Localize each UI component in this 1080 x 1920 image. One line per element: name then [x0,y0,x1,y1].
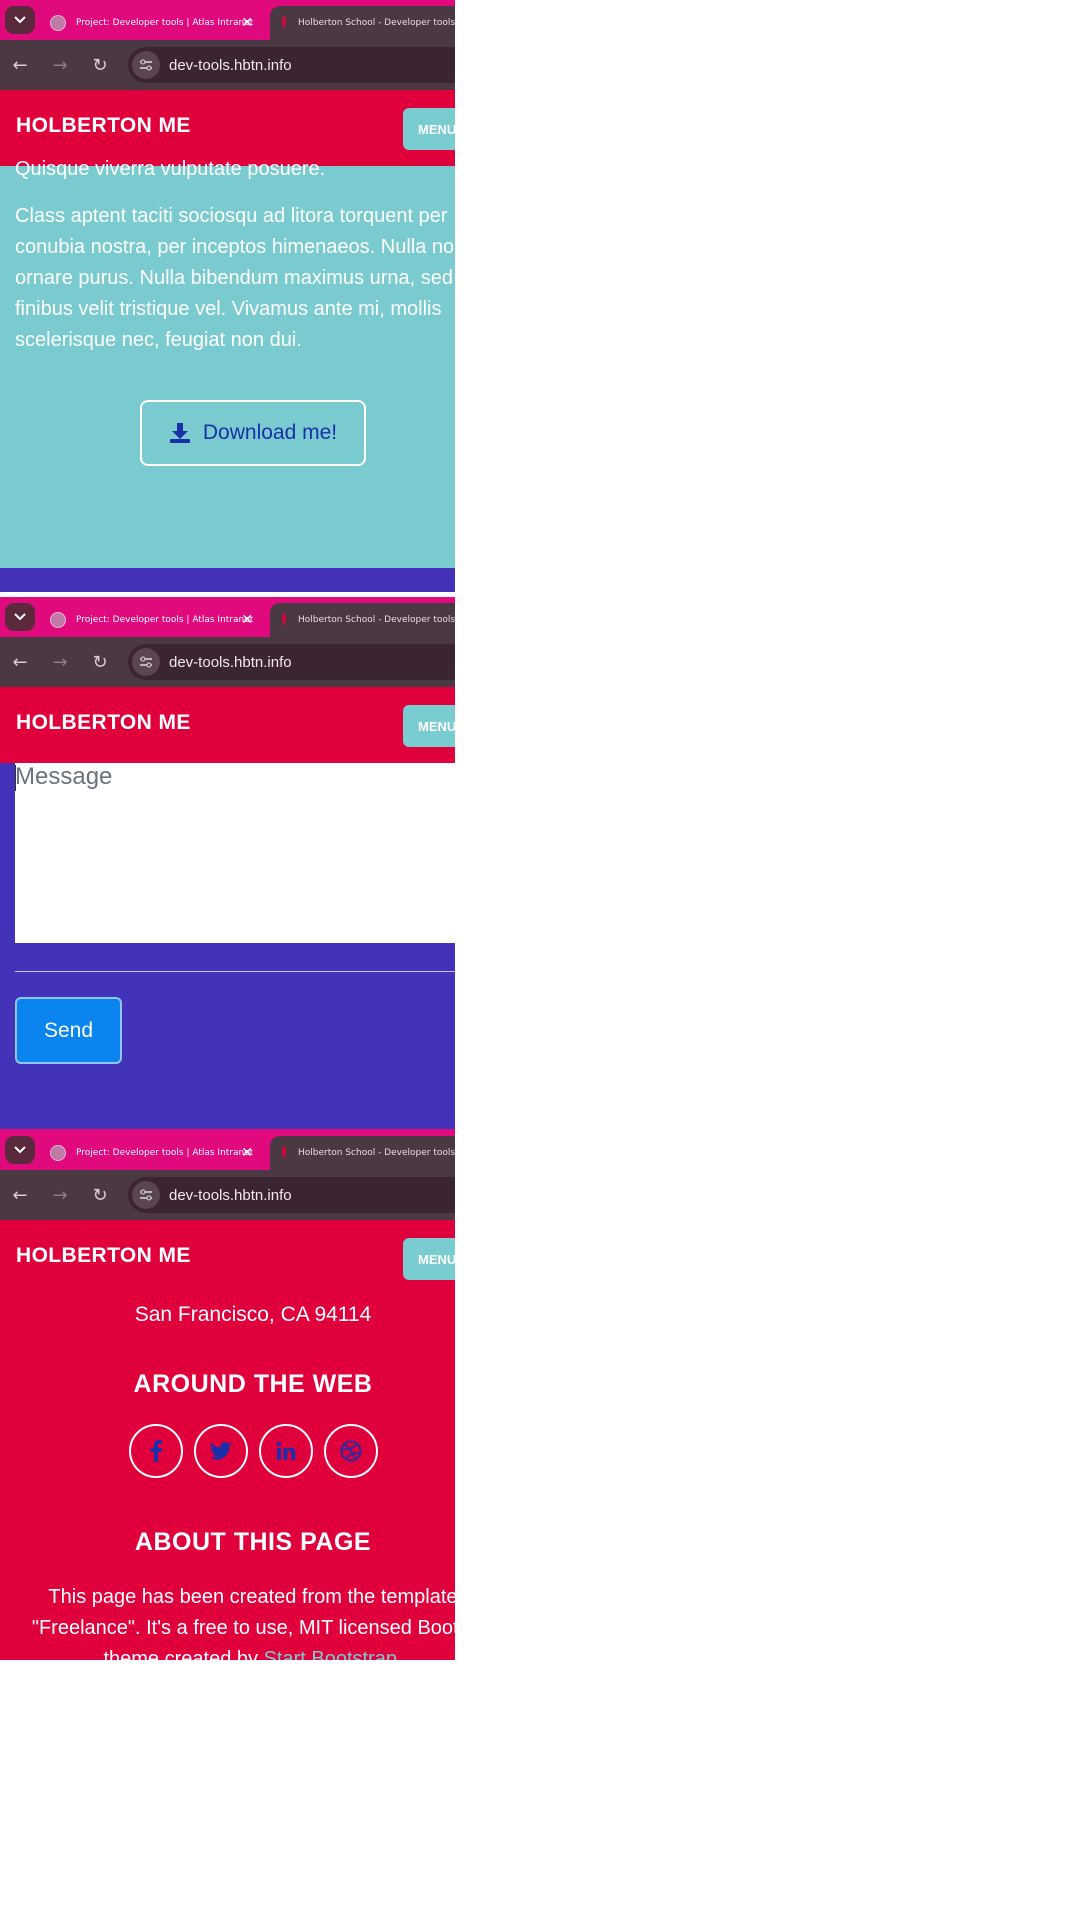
globe-icon [50,1145,66,1161]
site-navbar: HOLBERTON ME MENU [0,1220,455,1296]
arrow-right-icon[interactable]: → [40,45,80,85]
paragraph-line: conubia nostra, per inceptos himenaeos. … [15,236,455,258]
holberton-favicon-icon [280,1146,288,1160]
tab-title: Holberton School - Developer tools [298,615,455,625]
footer-address: San Francisco, CA 94114 [134,1303,372,1326]
close-icon[interactable]: ✕ [241,1145,253,1161]
linkedin-icon[interactable] [259,1424,313,1478]
tab-atlas-intranet[interactable]: Project: Developer tools | Atlas Intrane… [40,1136,265,1170]
tab-title: Project: Developer tools | Atlas Intrane… [76,1148,254,1158]
tab-holberton[interactable]: Holberton School - Developer tools [270,6,455,40]
about-line: "Freelance". It's a free to use, MIT lic… [31,1617,455,1639]
menu-button[interactable]: MENU [403,705,455,747]
browser-toolbar: ← → ↻ dev-tools.hbtn.info [0,40,455,90]
arrow-left-icon[interactable]: ← [0,1175,40,1215]
paragraph-line: finibus velit tristique vel. Vivamus ant… [15,298,442,320]
chevron-down-icon[interactable] [5,603,35,631]
arrow-right-icon[interactable]: → [40,642,80,682]
chevron-down-icon[interactable] [5,1136,35,1164]
browser-toolbar: ← → ↻ dev-tools.hbtn.info [0,637,455,687]
tab-strip: Project: Developer tools | Atlas Intrane… [0,1130,455,1170]
paragraph-tail: Quisque viverra vulputate posuere. [15,158,326,180]
screenshot-footer-section: Project: Developer tools | Atlas Intrane… [0,1130,455,1660]
reload-icon[interactable]: ↻ [80,1175,120,1215]
holberton-favicon-icon [280,16,288,30]
arrow-left-icon[interactable]: ← [0,45,40,85]
text-caret [15,765,16,791]
tune-icon[interactable] [132,648,160,676]
tab-title: Holberton School - Developer tools [298,1148,455,1158]
paragraph-line: ornare purus. Nulla bibendum maximus urn… [15,267,453,289]
tune-icon[interactable] [132,1181,160,1209]
tab-strip: Project: Developer tools | Atlas Intrane… [0,0,455,40]
chevron-down-icon[interactable] [5,6,35,34]
menu-button[interactable]: MENU [403,1238,455,1280]
address-bar[interactable]: dev-tools.hbtn.info [128,47,455,83]
about-line-prefix: theme created by [103,1648,264,1660]
download-icon [169,423,190,443]
message-textarea[interactable]: Message [15,763,455,943]
download-button[interactable]: Download me! [140,400,366,466]
facebook-icon[interactable] [129,1424,183,1478]
contact-section-top [0,568,455,592]
tab-holberton[interactable]: Holberton School - Developer tools [270,603,455,637]
tab-holberton[interactable]: Holberton School - Developer tools [270,1136,455,1170]
download-button-label: Download me! [202,421,338,444]
paragraph-line: scelerisque nec, feugiat non dui. [15,329,302,351]
tab-title: Project: Developer tools | Atlas Intrane… [76,18,254,28]
close-icon[interactable]: ✕ [241,612,253,628]
holberton-favicon-icon [280,613,288,627]
menu-button[interactable]: MENU [403,108,455,150]
url-text: dev-tools.hbtn.info [169,1186,292,1204]
about-content: Quisque viverra vulputate posuere. Class… [0,158,455,356]
close-icon[interactable]: ✕ [241,15,253,31]
about-line-suffix: . [396,1648,403,1660]
dribbble-icon[interactable] [324,1424,378,1478]
reload-icon[interactable]: ↻ [80,45,120,85]
send-button[interactable]: Send [15,997,122,1064]
start-bootstrap-link[interactable]: Start Bootstrap [264,1648,397,1660]
browser-toolbar: ← → ↻ dev-tools.hbtn.info [0,1170,455,1220]
form-divider [15,971,455,972]
globe-icon [50,15,66,31]
tab-atlas-intranet[interactable]: Project: Developer tools | Atlas Intrane… [40,6,265,40]
tab-strip: Project: Developer tools | Atlas Intrane… [0,597,455,637]
about-this-page-heading: ABOUT THIS PAGE [134,1528,372,1556]
address-bar[interactable]: dev-tools.hbtn.info [128,1177,455,1213]
twitter-icon[interactable] [194,1424,248,1478]
message-placeholder: Message [15,763,113,790]
screenshot-contact-section: Project: Developer tools | Atlas Intrane… [0,597,455,1132]
globe-icon [50,612,66,628]
address-bar[interactable]: dev-tools.hbtn.info [128,644,455,680]
paragraph-line: Class aptent taciti sociosqu ad litora t… [15,205,448,227]
about-line: This page has been created from the temp… [48,1586,455,1608]
reload-icon[interactable]: ↻ [80,642,120,682]
url-text: dev-tools.hbtn.info [169,653,292,671]
screenshot-about-section: Project: Developer tools | Atlas Intrane… [0,0,455,592]
url-text: dev-tools.hbtn.info [169,56,292,74]
site-navbar: HOLBERTON ME MENU [0,687,455,763]
around-the-web-heading: AROUND THE WEB [133,1370,373,1398]
tune-icon[interactable] [132,51,160,79]
tab-atlas-intranet[interactable]: Project: Developer tools | Atlas Intrane… [40,603,265,637]
site-brand[interactable]: HOLBERTON ME [16,114,191,138]
about-this-page-text: This page has been created from the temp… [0,1582,455,1660]
arrow-right-icon[interactable]: → [40,1175,80,1215]
site-brand[interactable]: HOLBERTON ME [16,711,191,735]
site-brand[interactable]: HOLBERTON ME [16,1244,191,1268]
about-line: theme created by Start Bootstrap. [0,1644,455,1660]
tab-title: Holberton School - Developer tools [298,18,455,28]
tab-title: Project: Developer tools | Atlas Intrane… [76,615,254,625]
arrow-left-icon[interactable]: ← [0,642,40,682]
